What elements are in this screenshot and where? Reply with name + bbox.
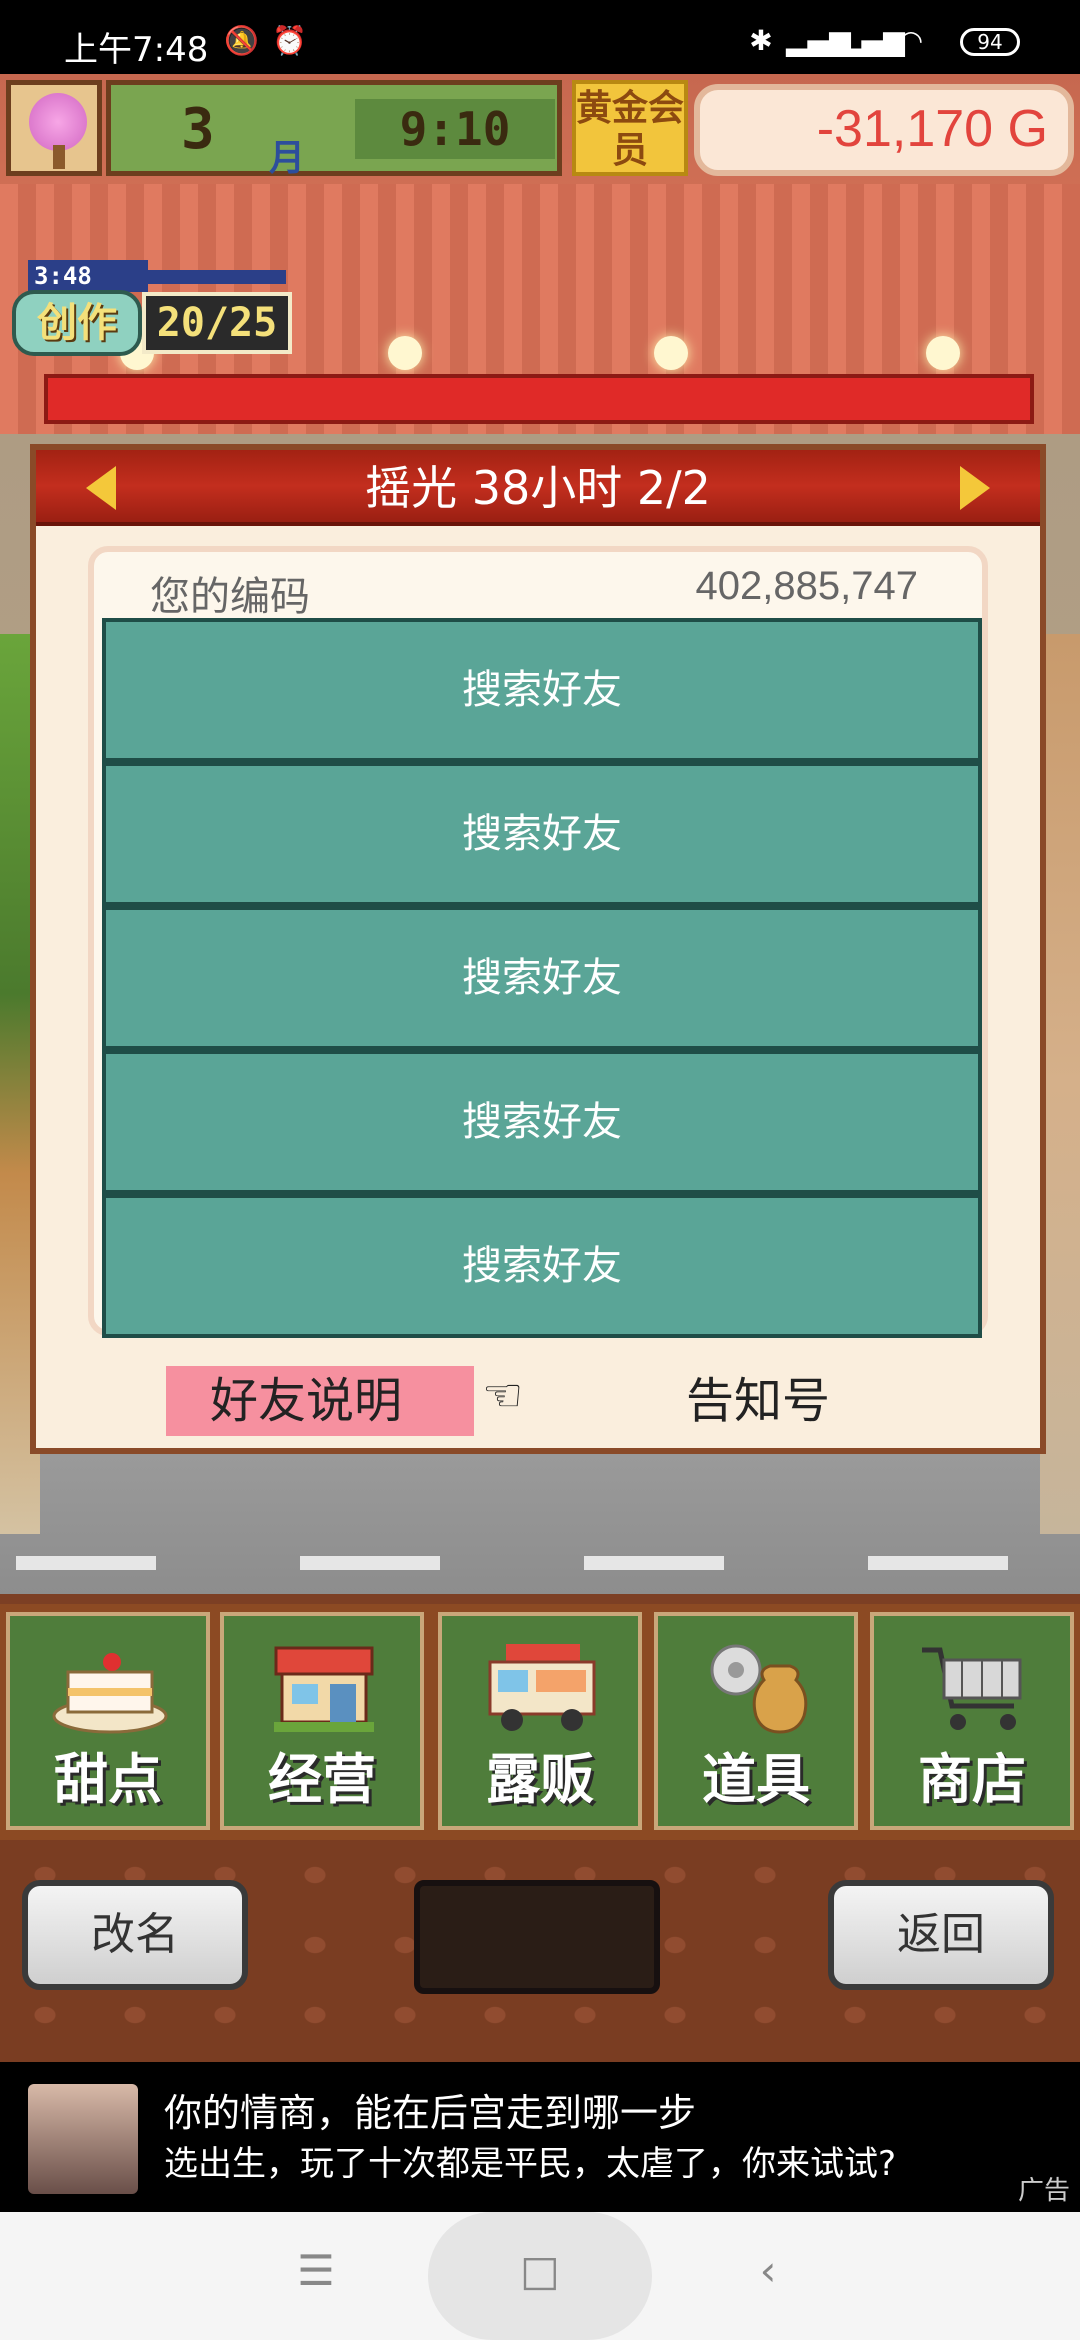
battery-indicator: 94 [960,28,1020,56]
items-bag-icon [710,1644,808,1734]
ad-subline: 选出生，玩了十次都是平民，太虐了，你来试试? [164,2144,897,2184]
date-panel: 3 月 9:10 [106,80,562,179]
mute-bell-icon: 🔕 [224,24,259,57]
game-screen: 3 月 9:10 黄金会员 -31,170 G 3:48 创作 20/25 摇光… [0,74,1080,2062]
lamp-decoration [654,336,688,370]
lamp-decoration [926,336,960,370]
pink-tree-icon [29,93,87,151]
home-icon[interactable]: □ [510,2246,570,2295]
month-number: 3 [181,97,215,162]
code-value: 402,885,747 [695,564,918,608]
shop-avatar[interactable] [6,80,102,176]
rename-button[interactable]: 改名 [22,1880,248,1990]
status-bar: 上午7:48 🔕 ⏰ ✱ ▂▄▆ ▂▄▆ ◠ 94 [0,0,1080,74]
create-label: 创作 [12,290,142,356]
system-nav-bar: ☰ □ ‹ [0,2212,1080,2340]
signal-icon-2: ▂▄▆ [840,24,905,57]
dialog-header: 摇光 38小时 2/2 [36,450,1040,526]
food-truck-icon [488,1644,596,1731]
search-friend-button[interactable]: 搜索好友 [102,1194,982,1338]
create-progress-bar [146,270,286,284]
road-marking [300,1556,440,1570]
month-label: 月 [269,138,306,179]
menu-label: 露贩 [486,1748,594,1811]
back-icon[interactable]: ‹ [738,2246,798,2295]
signal-icon: ▂▄▆ [786,24,851,57]
menu-icon[interactable]: ☰ [286,2246,346,2295]
create-count: 20/25 [142,292,292,354]
search-friend-button[interactable]: 搜索好友 [102,618,982,762]
shop-sign-bar [44,374,1034,424]
status-time: 上午7:48 [64,30,209,70]
center-display-slot [414,1880,660,1994]
friend-slot-list: 搜索好友 搜索好友 搜索好友 搜索好友 搜索好友 [102,618,982,1338]
bottom-control-panel: 改名 返回 [0,1840,1080,2062]
pointing-hand-icon: ☜ [482,1368,524,1422]
menu-items[interactable]: 道具 [654,1612,858,1830]
road-marking [868,1556,1008,1570]
road-marking [584,1556,724,1570]
friends-dialog: 摇光 38小时 2/2 您的编码 402,885,747 搜索好友 搜索好友 搜… [30,444,1046,1454]
search-friend-button[interactable]: 搜索好友 [102,762,982,906]
create-timer: 3:48 [28,260,148,292]
next-arrow-icon[interactable] [960,466,990,510]
money-display: -31,170 G [694,84,1074,176]
menu-dessert[interactable]: 甜点 [6,1612,210,1830]
menu-label: 道具 [702,1748,810,1811]
cake-icon [52,1653,168,1734]
wifi-icon: ◠ [898,24,924,57]
street-scenery-right [1040,634,1080,1534]
gold-member-badge[interactable]: 黄金会员 [572,80,688,176]
back-button[interactable]: 返回 [828,1880,1054,1990]
menu-store[interactable]: 商店 [870,1612,1074,1830]
bluetooth-icon: ✱ [749,24,773,57]
ad-thumbnail [28,2084,138,2194]
menu-label: 商店 [918,1748,1026,1811]
game-clock: 9:10 [355,99,555,159]
menu-label: 经营 [268,1748,376,1811]
shopping-cart-icon [922,1647,1022,1730]
menu-stall[interactable]: 露贩 [438,1612,642,1830]
dialog-body: 您的编码 402,885,747 搜索好友 搜索好友 搜索好友 搜索好友 搜索好… [88,546,988,1338]
code-label: 您的编码 [150,574,310,620]
lamp-decoration [388,336,422,370]
search-friend-button[interactable]: 搜索好友 [102,1050,982,1194]
search-friend-button[interactable]: 搜索好友 [102,906,982,1050]
ad-tag: 广告 [1017,2176,1070,2206]
main-menu: 甜点 经营 露贩 道具 商店 [0,1604,1080,1840]
create-badge[interactable]: 3:48 创作 20/25 [6,260,296,360]
shop-icon [274,1646,374,1732]
menu-manage[interactable]: 经营 [220,1612,424,1830]
ad-headline: 你的情商，能在后宫走到哪一步 [164,2091,697,2135]
code-row: 您的编码 402,885,747 [94,552,982,622]
road-marking [16,1556,156,1570]
alarm-icon: ⏰ [272,24,307,57]
menu-label: 甜点 [54,1748,162,1811]
dialog-title: 摇光 38小时 2/2 [365,461,711,515]
friend-help-button[interactable]: 好友说明 [166,1366,474,1436]
ad-banner[interactable]: 你的情商，能在后宫走到哪一步 选出生，玩了十次都是平民，太虐了，你来试试? 广告 [0,2062,1080,2212]
notice-button[interactable]: 告知号 [686,1366,830,1436]
